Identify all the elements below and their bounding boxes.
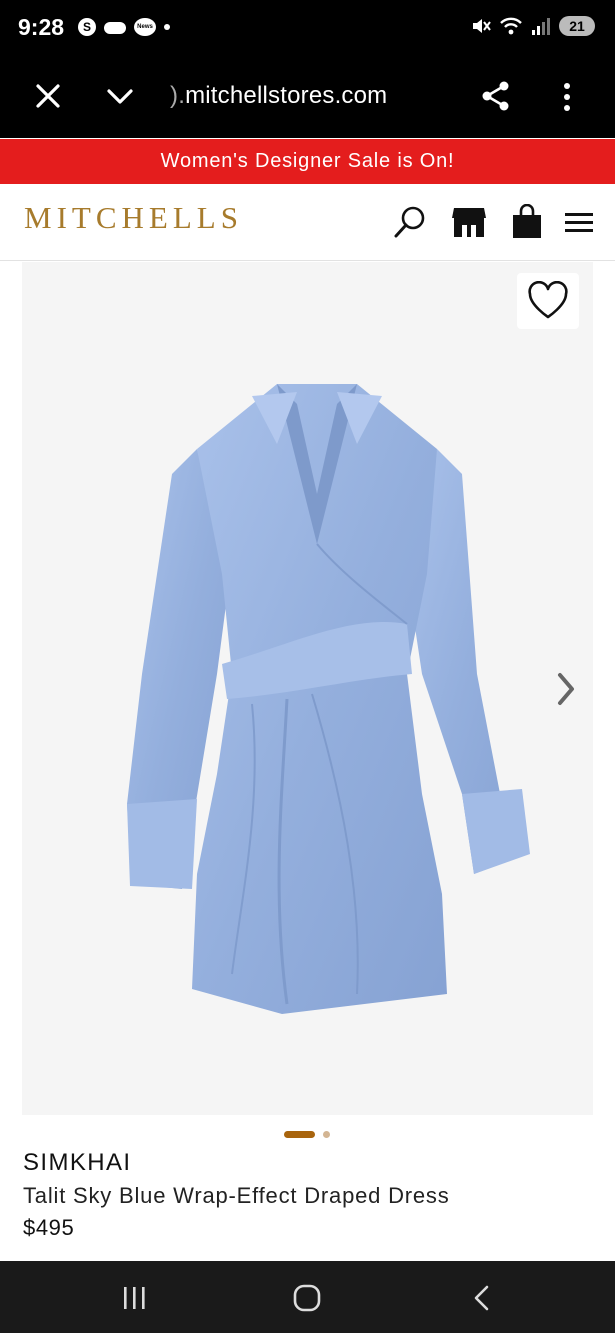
status-bar: 9:28 S News 21	[0, 0, 615, 58]
recents-icon[interactable]	[118, 1283, 152, 1313]
system-nav-bar	[0, 1261, 615, 1333]
wifi-icon	[500, 17, 522, 35]
url-bar[interactable]: ).mitchellstores.com	[170, 82, 387, 110]
url-text: mitchellstores.com	[185, 82, 388, 109]
site-header: MITCHELLS	[0, 184, 615, 261]
mute-icon	[473, 19, 491, 33]
shopping-bag-icon[interactable]	[510, 204, 544, 240]
dress-photo	[127, 384, 530, 1014]
cloud-icon	[104, 22, 126, 34]
status-time: 9:28	[18, 14, 65, 40]
back-icon[interactable]	[465, 1283, 499, 1313]
site-logo[interactable]: MITCHELLS	[24, 200, 243, 236]
chevron-right-icon[interactable]	[552, 667, 580, 711]
chevron-down-icon[interactable]	[105, 84, 135, 110]
hamburger-menu-icon[interactable]	[564, 204, 594, 240]
product-price: $495	[23, 1215, 75, 1240]
browser-toolbar: ).mitchellstores.com	[0, 58, 615, 138]
status-system-icons: 21	[471, 16, 595, 36]
share-icon[interactable]	[480, 80, 512, 112]
search-icon[interactable]	[393, 204, 427, 240]
product-name: Talit Sky Blue Wrap-Effect Draped Dress	[23, 1183, 450, 1208]
promo-banner[interactable]: Women's Designer Sale is On!	[0, 139, 615, 184]
news-icon: News	[134, 18, 156, 36]
more-notifications-dot	[164, 24, 170, 30]
carousel-dot[interactable]	[323, 1131, 330, 1138]
battery-icon: 21	[559, 16, 595, 36]
wishlist-button[interactable]	[517, 273, 579, 329]
carousel-dot-active[interactable]	[284, 1131, 315, 1138]
heart-icon	[528, 281, 568, 319]
url-prefix: ).	[170, 82, 186, 109]
store-icon[interactable]	[451, 204, 487, 240]
home-icon[interactable]	[290, 1283, 324, 1313]
close-icon[interactable]	[34, 82, 62, 110]
notification-s-icon: S	[78, 18, 96, 36]
product-brand[interactable]: SIMKHAI	[23, 1149, 131, 1177]
status-notifications: S News	[78, 18, 170, 36]
carousel-indicator	[284, 1131, 330, 1138]
signal-icon	[532, 18, 550, 35]
product-image-carousel[interactable]	[22, 262, 593, 1115]
more-vert-icon[interactable]	[557, 80, 577, 114]
